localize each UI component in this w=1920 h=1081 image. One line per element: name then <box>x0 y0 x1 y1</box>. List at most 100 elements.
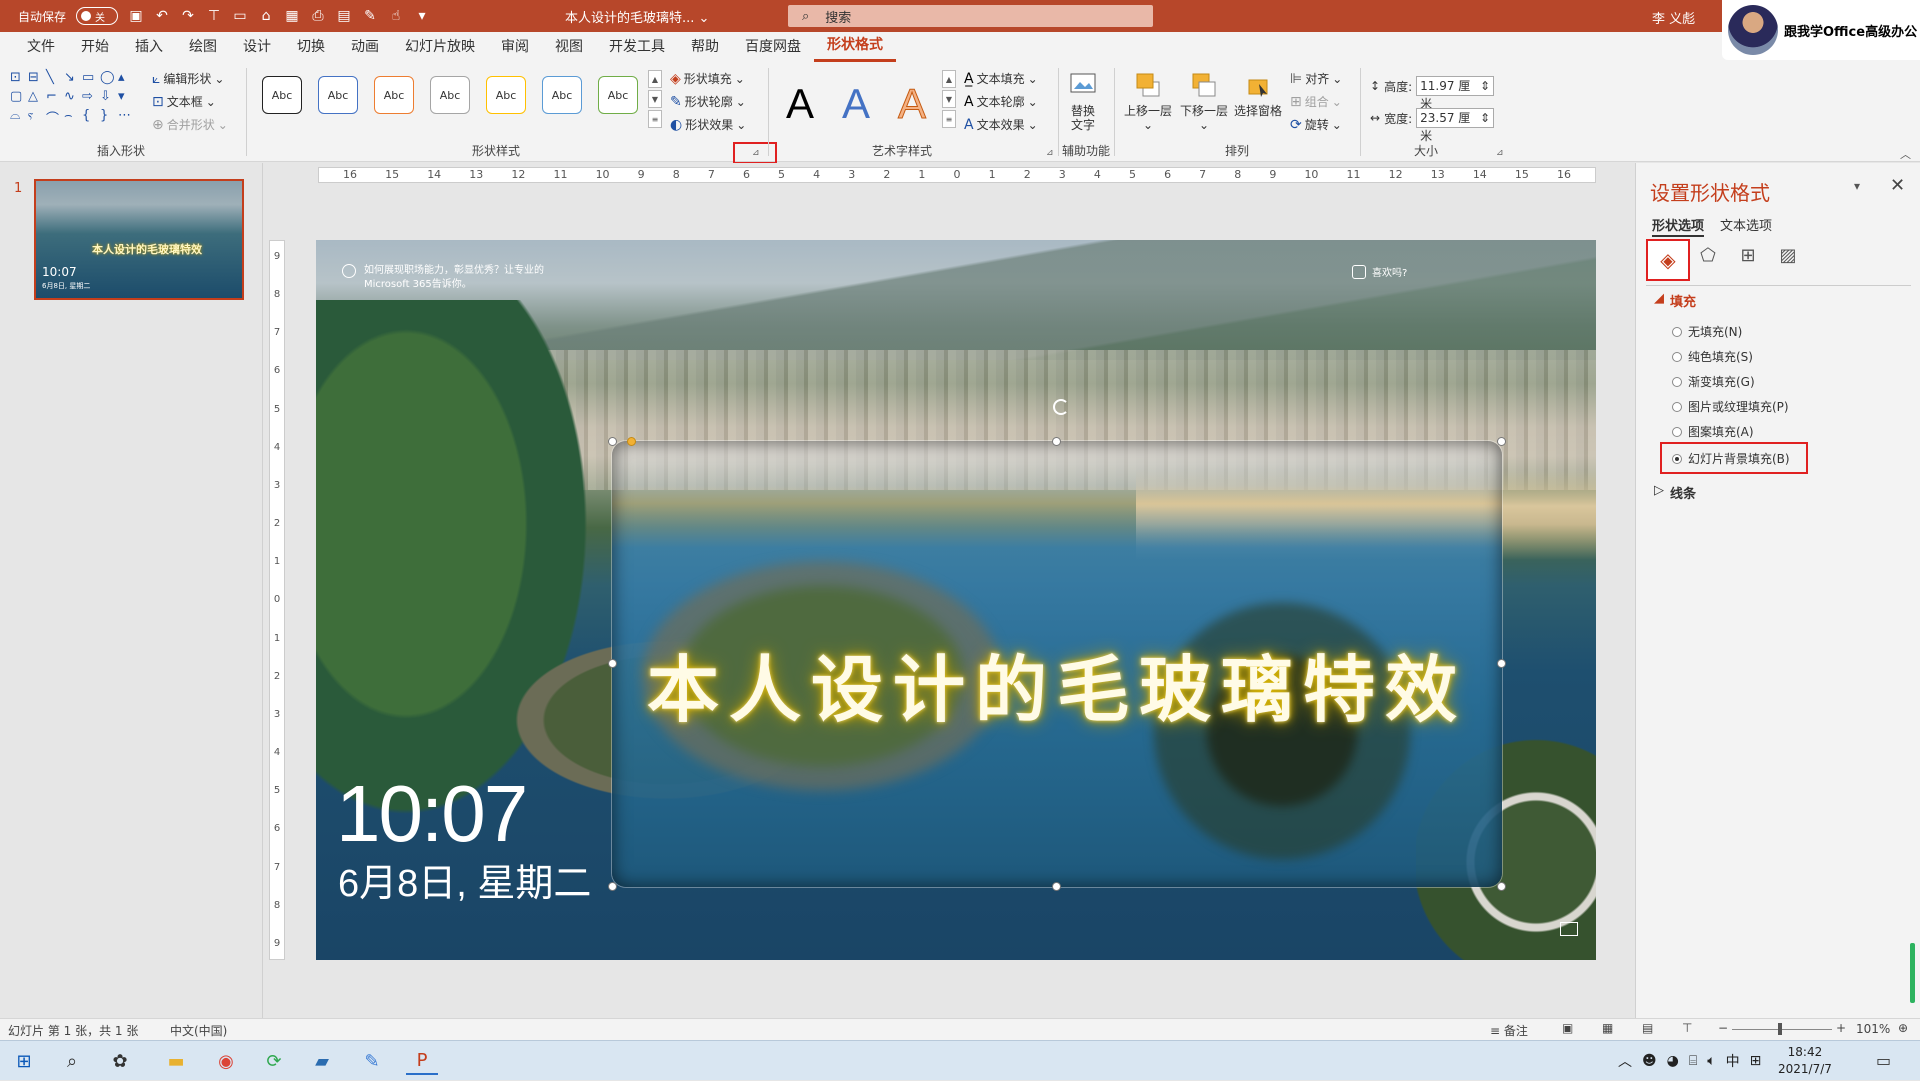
rotate-handle-icon[interactable] <box>1053 399 1069 415</box>
picture-icon[interactable]: ▨ <box>1774 241 1802 269</box>
powerpoint-icon[interactable]: P <box>406 1047 438 1075</box>
radio-button[interactable] <box>1672 351 1682 362</box>
bring-forward-button[interactable]: 上移一层 ⌄ <box>1124 70 1172 132</box>
radio-button[interactable] <box>1672 401 1682 412</box>
text-effects-button[interactable]: A 文本效果 ⌄ <box>964 116 1038 133</box>
slide[interactable]: 如何展现职场能力，彰显优秀？让专业的 Microsoft 365告诉你。 喜欢吗?… <box>316 240 1596 960</box>
chrome-icon[interactable]: ◉ <box>210 1047 242 1075</box>
selection-pane-button[interactable]: 选择窗格 <box>1234 70 1282 118</box>
resize-handle-top[interactable] <box>1052 437 1061 446</box>
format-painter-icon[interactable]: ✎ <box>362 8 378 24</box>
shape-style-swatch-6[interactable]: Abc <box>542 76 582 114</box>
right-brace-icon[interactable]: } <box>100 108 118 127</box>
frosted-glass-shape[interactable]: 本人设计的毛玻璃特效 <box>612 441 1502 887</box>
gallery-down-icon[interactable]: ▼ <box>648 90 662 108</box>
glass-title-text[interactable]: 本人设计的毛玻璃特效 <box>612 631 1502 736</box>
ime-indicator[interactable]: 中 <box>1726 1051 1740 1071</box>
ime-grid-icon[interactable]: ⊞ <box>1750 1053 1762 1069</box>
resize-handle-top-right[interactable] <box>1497 437 1506 446</box>
zoom-slider[interactable] <box>1732 1029 1832 1030</box>
file-explorer-icon[interactable]: ▬ <box>160 1047 192 1075</box>
gallery-down-icon[interactable]: ▼ <box>942 90 956 108</box>
notification-icon[interactable]: ▭ <box>1876 1051 1891 1070</box>
scribble-shape-icon[interactable]: ⲋ <box>28 108 46 127</box>
fill-section-header[interactable]: ◢ 填充 <box>1654 291 1696 310</box>
save-icon[interactable]: ▣ <box>128 8 144 24</box>
tab-shape-options[interactable]: 形状选项 <box>1652 215 1705 237</box>
tab-text-options[interactable]: 文本选项 <box>1720 215 1772 234</box>
tab-slideshow[interactable]: 幻灯片放映 <box>392 32 488 62</box>
gallery-up-icon[interactable]: ▲ <box>942 70 956 88</box>
text-fill-button[interactable]: A̲ 文本填充 ⌄ <box>964 70 1038 87</box>
freeform-shape-icon[interactable]: ⌓ <box>10 108 28 127</box>
tab-file[interactable]: 文件 <box>14 32 68 62</box>
gallery-more-icon[interactable]: ≡ <box>648 110 662 128</box>
shape-style-swatch-7[interactable]: Abc <box>598 76 638 114</box>
text-box-button[interactable]: ⊡ 文本框 ⌄ <box>152 93 216 110</box>
resize-handle-bottom-right[interactable] <box>1497 882 1506 891</box>
windows-start-icon[interactable]: ⊞ <box>8 1047 40 1075</box>
dialog-launcher-icon[interactable]: ⊿ <box>1046 148 1054 158</box>
textbox-shape-icon[interactable]: ⊡ <box>10 70 28 89</box>
paint-app-icon[interactable]: ✎ <box>356 1047 388 1075</box>
volume-icon[interactable]: 🔈︎ <box>1707 1053 1715 1069</box>
align-button[interactable]: ⊫ 对齐 ⌄ <box>1290 70 1342 87</box>
size-properties-icon[interactable]: ⊞ <box>1734 241 1762 269</box>
triangle-shape-icon[interactable]: △ <box>28 89 46 108</box>
no-fill-option[interactable]: 无填充(N) <box>1672 323 1742 340</box>
search-input[interactable]: ⌕ 搜索 <box>788 5 1153 27</box>
gallery-down-icon[interactable]: ▾ <box>118 89 136 108</box>
tab-transitions[interactable]: 切换 <box>284 32 338 62</box>
user-name[interactable]: 李 义彪 <box>1652 8 1695 27</box>
merge-shapes-button[interactable]: ⊕ 合并形状 ⌄ <box>152 116 228 133</box>
effects-pentagon-icon[interactable]: ⬠ <box>1694 241 1722 269</box>
fit-to-window-icon[interactable]: ⊕ <box>1898 1021 1908 1035</box>
resize-handle-bottom[interactable] <box>1052 882 1061 891</box>
shape-outline-button[interactable]: ✎ 形状轮廓 ⌄ <box>670 93 746 110</box>
tab-animations[interactable]: 动画 <box>338 32 392 62</box>
gallery-up-icon[interactable]: ▲ <box>648 70 662 88</box>
shape-fill-button[interactable]: ◈ 形状填充 ⌄ <box>670 70 745 87</box>
elbow-connector-icon[interactable]: ⌐ <box>46 89 64 108</box>
oval-shape-icon[interactable]: ◯ <box>100 70 118 89</box>
shape-style-swatch-2[interactable]: Abc <box>318 76 358 114</box>
solid-fill-option[interactable]: 纯色填充(S) <box>1672 348 1753 365</box>
tab-shape-format[interactable]: 形状格式 <box>814 32 896 62</box>
slide-thumbnail[interactable]: 本人设计的毛玻璃特效 10:07 6月8日, 星期二 <box>34 179 244 300</box>
redo-icon[interactable]: ↷ <box>180 8 196 24</box>
zoom-level[interactable]: 101% <box>1856 1022 1890 1036</box>
pane-options-icon[interactable]: ▾ <box>1854 179 1860 193</box>
curve-shape-icon[interactable]: ⌢ <box>64 108 82 127</box>
shape-style-swatch-3[interactable]: Abc <box>374 76 414 114</box>
collapse-ribbon-icon[interactable]: ︿ <box>1900 146 1911 162</box>
wordart-style-blue[interactable]: A <box>842 80 870 128</box>
right-arrow-shape-icon[interactable]: ⇨ <box>82 89 100 108</box>
tray-app-icon-2[interactable]: ◕ <box>1667 1053 1679 1069</box>
tab-draw[interactable]: 绘图 <box>176 32 230 62</box>
line-shape-icon[interactable]: ╲ <box>46 70 64 89</box>
wordart-style-black[interactable]: A <box>786 80 814 128</box>
close-icon[interactable]: ✕ <box>1890 175 1905 196</box>
radio-button[interactable] <box>1672 376 1682 387</box>
resize-handle-bottom-left[interactable] <box>608 882 617 891</box>
group-button[interactable]: ⊞ 组合 ⌄ <box>1290 93 1342 110</box>
arrow-line-icon[interactable]: ↘ <box>64 70 82 89</box>
autosave-toggle[interactable]: 关 <box>76 7 119 25</box>
print-icon[interactable]: ⎙ <box>310 8 326 24</box>
tab-insert[interactable]: 插入 <box>122 32 176 62</box>
send-backward-button[interactable]: 下移一层 ⌄ <box>1180 70 1228 132</box>
notes-button[interactable]: ≡ 备注 <box>1490 1022 1528 1039</box>
width-input[interactable]: 23.57 厘米 ⇕ <box>1416 108 1495 143</box>
gallery-more-icon[interactable]: ≡ <box>942 110 956 128</box>
refresh-app-icon[interactable]: ⟳ <box>258 1047 290 1075</box>
search-icon[interactable]: ⌕ <box>56 1047 88 1075</box>
shape-style-swatch-4[interactable]: Abc <box>430 76 470 114</box>
zoom-in-icon[interactable]: + <box>1836 1021 1846 1035</box>
notebook-app-icon[interactable]: ▰ <box>306 1047 338 1075</box>
gallery-up-icon[interactable]: ▴ <box>118 70 136 89</box>
rounded-rect-icon[interactable]: ▢ <box>10 89 28 108</box>
tab-developer[interactable]: 开发工具 <box>596 32 678 62</box>
shape-style-swatch-1[interactable]: Abc <box>262 76 302 114</box>
export-pdf-icon[interactable]: ▤ <box>336 8 352 24</box>
network-icon[interactable]: ⌸ <box>1689 1053 1697 1069</box>
